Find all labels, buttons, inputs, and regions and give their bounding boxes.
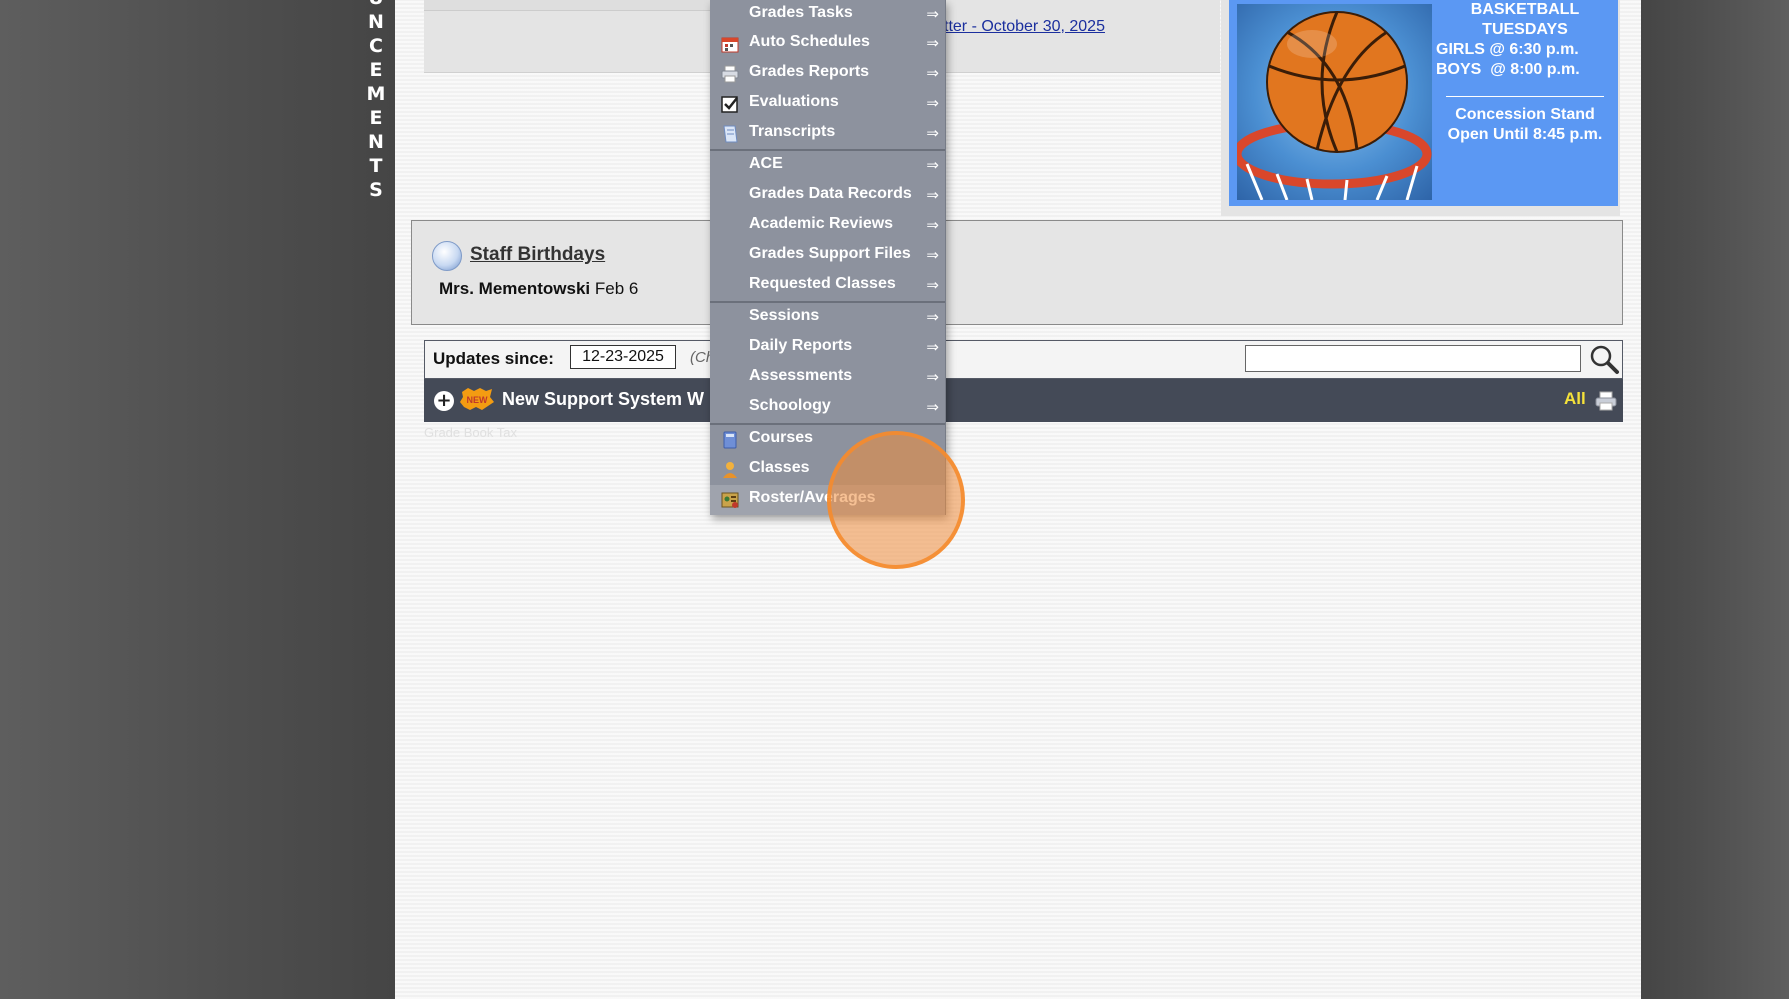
staff-birthdays-link[interactable]: Staff Birthdays — [470, 244, 605, 266]
expand-plus-icon[interactable]: + — [434, 391, 454, 411]
birthday-date: Feb 6 — [594, 279, 639, 298]
document-icon — [721, 125, 739, 143]
roster-icon — [721, 491, 739, 509]
search-input[interactable] — [1245, 345, 1581, 372]
ad-line: Concession Stand — [1455, 106, 1595, 123]
submenu-arrow-icon: ⇒ — [926, 34, 939, 52]
menu-item-schoology[interactable]: Schoology ⇒ — [710, 393, 945, 423]
book-icon — [721, 431, 739, 449]
title-letter: N — [368, 131, 384, 153]
submenu-arrow-icon: ⇒ — [926, 308, 939, 326]
ad-line: BASKETBALL — [1470, 1, 1580, 18]
menu-item-ace[interactable]: ACE ⇒ — [710, 151, 945, 181]
printer-icon — [721, 65, 739, 83]
menu-item-label: Sessions — [749, 307, 820, 324]
search-icon[interactable] — [1587, 343, 1621, 375]
title-letter: S — [369, 179, 383, 201]
new-badge-icon: NEW — [460, 388, 494, 410]
menu-item-grades-reports[interactable]: Grades Reports ⇒ — [710, 59, 945, 89]
menu-item-daily-reports[interactable]: Daily Reports ⇒ — [710, 333, 945, 363]
update-row[interactable]: + NEW New Support System W All — [424, 379, 1623, 422]
menu-item-label: Auto Schedules — [749, 33, 870, 50]
ad-line: Open Until 8:45 p.m. — [1447, 126, 1603, 143]
menu-item-grades-support-files[interactable]: Grades Support Files ⇒ — [710, 241, 945, 271]
updates-date-field[interactable]: 12-23-2025 — [570, 345, 676, 369]
menu-item-academic-reviews[interactable]: Academic Reviews ⇒ — [710, 211, 945, 241]
menu-item-label: Grades Data Records — [749, 185, 912, 202]
staff-birthdays-panel: Staff Birthdays Mrs. Mementowski Feb 6 — [411, 220, 1623, 325]
menu-item-label: Classes — [749, 459, 810, 476]
ad-line: BOYS @ 8:00 p.m. — [1436, 61, 1580, 78]
submenu-arrow-icon: ⇒ — [926, 156, 939, 174]
title-letter: U — [366, 0, 386, 10]
menu-item-label: ACE — [749, 155, 783, 172]
menu-item-label: Evaluations — [749, 93, 839, 110]
newsletter-link[interactable]: tter - October 30, 2025 — [944, 18, 1105, 36]
right-background — [1641, 0, 1789, 999]
menu-item-label: Courses — [749, 429, 814, 446]
menu-item-label: Assessments — [749, 367, 853, 384]
all-link[interactable]: All — [1564, 389, 1586, 409]
update-row-title[interactable]: New Support System W — [502, 389, 704, 410]
menu-item-grades-tasks[interactable]: Grades Tasks ⇒ — [710, 0, 945, 30]
click-indicator — [827, 431, 965, 569]
menu-item-label: Grades Support Files — [749, 245, 911, 262]
menu-item-label: Daily Reports — [749, 337, 853, 354]
menu-item-requested-classes[interactable]: Requested Classes ⇒ — [710, 271, 945, 301]
basketball-ad[interactable]: BASKETBALL TUESDAYS GIRLS @ 6:30 p.m. BO… — [1229, 0, 1618, 206]
title-letter: E — [369, 107, 383, 129]
title-letter: N — [368, 11, 384, 33]
menu-item-label: Requested Classes — [749, 275, 896, 292]
submenu-arrow-icon: ⇒ — [926, 186, 939, 204]
menu-item-label: Grades Reports — [749, 63, 870, 80]
printer-icon[interactable] — [1595, 391, 1617, 411]
submenu-arrow-icon: ⇒ — [926, 64, 939, 82]
title-letter: C — [369, 35, 383, 57]
birthday-cake-icon — [432, 241, 462, 271]
submenu-arrow-icon: ⇒ — [926, 368, 939, 386]
title-letter: T — [369, 155, 383, 177]
submenu-arrow-icon: ⇒ — [926, 276, 939, 294]
menu-item-label: Schoology — [749, 397, 831, 414]
news-panel-strip — [424, 0, 714, 11]
person-icon — [721, 461, 739, 479]
checkbox-icon — [721, 95, 739, 113]
submenu-arrow-icon: ⇒ — [926, 5, 939, 23]
calendar-icon — [721, 35, 739, 53]
submenu-arrow-icon: ⇒ — [926, 124, 939, 142]
menu-item-assessments[interactable]: Assessments ⇒ — [710, 363, 945, 393]
menu-item-auto-schedules[interactable]: Auto Schedules ⇒ — [710, 29, 945, 59]
ad-line: TUESDAYS — [1482, 21, 1568, 38]
menu-item-label: Transcripts — [749, 123, 836, 140]
submenu-arrow-icon: ⇒ — [926, 216, 939, 234]
ad-line: GIRLS @ 6:30 p.m. — [1436, 41, 1579, 58]
menu-item-grades-data-records[interactable]: Grades Data Records ⇒ — [710, 181, 945, 211]
menu-item-evaluations[interactable]: Evaluations ⇒ — [710, 89, 945, 119]
title-letter: E — [369, 59, 383, 81]
birthday-entry: Mrs. Mementowski Feb 6 — [439, 279, 638, 299]
menu-item-transcripts[interactable]: Transcripts ⇒ — [710, 119, 945, 149]
title-letter: M — [366, 83, 386, 105]
submenu-arrow-icon: ⇒ — [926, 246, 939, 264]
submenu-arrow-icon: ⇒ — [926, 94, 939, 112]
announcements-vertical-title: U N C E M E N T S — [366, 0, 386, 202]
menu-item-label: Grades Tasks — [749, 4, 853, 21]
submenu-arrow-icon: ⇒ — [926, 398, 939, 416]
ad-text: BASKETBALL TUESDAYS GIRLS @ 6:30 p.m. BO… — [1432, 0, 1618, 145]
menu-item-label: Academic Reviews — [749, 215, 894, 232]
left-background — [0, 0, 395, 999]
faded-text: Grade Book Tax — [424, 425, 517, 440]
updates-bar: Updates since: 12-23-2025 (Ch — [424, 340, 1623, 379]
menu-item-sessions[interactable]: Sessions ⇒ — [710, 303, 945, 333]
birthday-name: Mrs. Mementowski — [439, 279, 591, 298]
updates-since-label: Updates since: — [433, 349, 554, 368]
basketball-image — [1237, 4, 1432, 200]
ad-divider — [1446, 96, 1604, 97]
new-badge-text: NEW — [467, 395, 489, 405]
submenu-arrow-icon: ⇒ — [926, 338, 939, 356]
